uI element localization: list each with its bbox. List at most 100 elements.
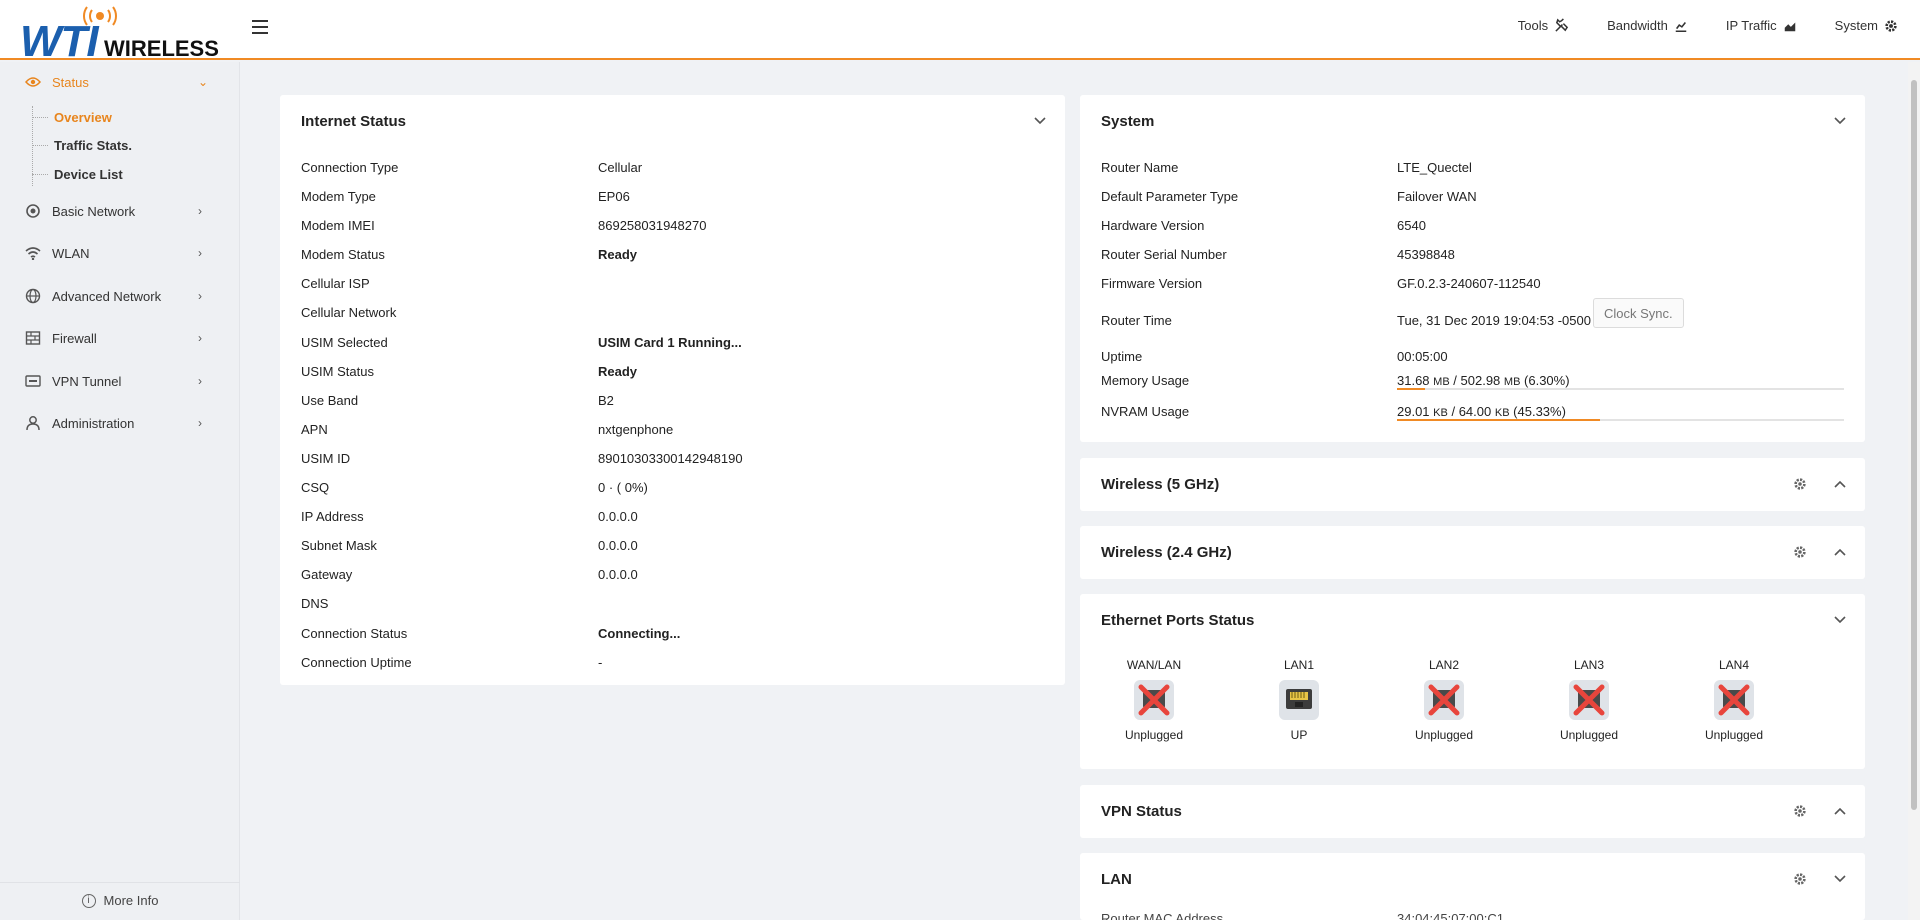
top-header: WTI WIRELESS Tools Bandwidth IP Traffic … — [0, 0, 1920, 64]
port-status: Unplugged — [1124, 728, 1184, 742]
internet-status-label: Subnet Mask — [301, 538, 377, 553]
expand-button[interactable] — [1832, 476, 1848, 492]
collapse-button[interactable] — [1832, 612, 1848, 628]
sidebar-item-firewall[interactable]: Firewall › — [0, 323, 240, 353]
wti-wireless-logo[interactable]: WTI WIRELESS — [20, 4, 230, 64]
internet-status-label: Gateway — [301, 567, 353, 582]
memory-usage-bar — [1397, 388, 1844, 390]
more-info-link[interactable]: i More Info — [0, 882, 240, 918]
internet-status-label: USIM Status — [301, 364, 374, 379]
nvram-usage-bar — [1397, 419, 1844, 421]
ethernet-port: LAN4 Unplugged — [1679, 658, 1789, 742]
sidebar-item-status[interactable]: Status ⌄ — [0, 67, 240, 97]
nav-bandwidth[interactable]: Bandwidth — [1607, 18, 1688, 33]
panel-title: LAN — [1101, 871, 1132, 888]
port-status: Unplugged — [1704, 728, 1764, 742]
nav-tools[interactable]: Tools — [1518, 18, 1569, 33]
sidebar-item-advanced-network[interactable]: Advanced Network › — [0, 281, 240, 311]
system-label: Default Parameter Type — [1101, 189, 1239, 204]
chevron-right-icon: › — [198, 331, 202, 345]
settings-button[interactable] — [1792, 871, 1808, 887]
sidebar-item-basic-network[interactable]: Basic Network › — [0, 196, 240, 226]
port-name: LAN3 — [1573, 658, 1605, 672]
vpn-icon — [24, 372, 42, 390]
wireless-24ghz-panel: Wireless (2.4 GHz) — [1080, 526, 1865, 579]
chevron-right-icon: › — [198, 289, 202, 303]
memory-usage-label: Memory Usage — [1101, 373, 1190, 388]
system-label: Router Time — [1101, 313, 1172, 328]
system-value: Failover WAN — [1397, 189, 1477, 204]
nav-ip-traffic[interactable]: IP Traffic — [1726, 18, 1797, 33]
scrollbar-thumb[interactable] — [1911, 80, 1917, 810]
wifi-icon — [24, 244, 42, 262]
panel-title: Wireless (5 GHz) — [1101, 476, 1220, 493]
chevron-right-icon: › — [198, 416, 202, 430]
internet-status-label: CSQ — [301, 480, 330, 495]
port-status: UP — [1290, 728, 1308, 742]
wireless-5ghz-panel: Wireless (5 GHz) — [1080, 458, 1865, 511]
internet-status-label: Modem Status — [301, 247, 385, 262]
gear-icon — [1794, 478, 1806, 490]
chevron-down-icon — [1034, 117, 1046, 125]
sidebar-sub-traffic-stats[interactable]: Traffic Stats. — [32, 135, 132, 155]
nav-system[interactable]: System — [1835, 18, 1898, 33]
sidebar-sub-overview[interactable]: Overview — [32, 107, 112, 127]
internet-status-value: B2 — [598, 393, 614, 408]
chevron-down-icon: ⌄ — [198, 75, 209, 89]
chevron-right-icon: › — [198, 246, 202, 260]
gear-icon — [1794, 873, 1806, 885]
ethernet-port: LAN2 Unplugged — [1389, 658, 1499, 742]
panel-title: Ethernet Ports Status — [1101, 612, 1255, 629]
system-panel: System Router Name LTE_Quectel Default Par… — [1080, 95, 1865, 442]
ethernet-port-unplugged-icon — [1714, 680, 1754, 720]
settings-button[interactable] — [1792, 544, 1808, 560]
system-value: 00:05:00 — [1397, 349, 1448, 364]
hamburger-icon — [252, 20, 268, 22]
sidebar-sub-device-list[interactable]: Device List — [32, 164, 123, 184]
system-value: LTE_Quectel — [1397, 160, 1472, 175]
ethernet-port-up-icon — [1279, 680, 1319, 720]
gear-icon — [1794, 546, 1806, 558]
lan-mac-value: 34:04:45:07:00:C1 — [1397, 911, 1504, 920]
nvram-usage-fill — [1397, 419, 1600, 421]
info-icon: i — [81, 893, 96, 908]
system-label: Uptime — [1101, 349, 1143, 364]
lan-mac-label: Router MAC Address — [1101, 911, 1224, 920]
internet-status-value: Ready — [598, 364, 638, 379]
admin-icon — [24, 414, 42, 432]
internet-status-value: USIM Card 1 Running... — [598, 335, 742, 350]
system-value: 45398848 — [1397, 247, 1455, 262]
tools-icon — [1555, 18, 1569, 32]
expand-button[interactable] — [1832, 544, 1848, 560]
internet-status-value: 869258031948270 — [598, 218, 707, 233]
sidebar-item-administration[interactable]: Administration › — [0, 408, 240, 438]
eye-icon — [24, 73, 42, 91]
internet-status-value: 0 · ( 0%) — [598, 480, 648, 495]
page-scrollbar[interactable] — [1908, 62, 1920, 920]
internet-status-label: USIM ID — [301, 451, 351, 466]
chevron-right-icon: › — [198, 204, 202, 218]
settings-button[interactable] — [1792, 803, 1808, 819]
logo-wti: WTI — [20, 17, 99, 66]
logo-wireless: WIRELESS — [104, 36, 219, 61]
settings-button[interactable] — [1792, 476, 1808, 492]
internet-status-value: 0.0.0.0 — [598, 538, 638, 553]
menu-toggle-button[interactable] — [252, 20, 268, 36]
clock-sync-button[interactable]: Clock Sync. — [1593, 298, 1684, 328]
panel-title: Internet Status — [301, 113, 407, 130]
nvram-usage-value: 29.01 KB / 64.00 KB (45.33%) — [1397, 404, 1566, 419]
sidebar-item-wlan[interactable]: WLAN › — [0, 238, 240, 268]
globe-icon — [24, 287, 42, 305]
internet-status-panel: Internet Status Connection Type Cellular M… — [280, 95, 1065, 685]
internet-status-value: 0.0.0.0 — [598, 509, 638, 524]
chevron-down-icon — [1834, 875, 1846, 883]
collapse-button[interactable] — [1832, 871, 1848, 887]
sidebar-item-vpn-tunnel[interactable]: VPN Tunnel › — [0, 366, 240, 396]
port-status: Unplugged — [1414, 728, 1474, 742]
collapse-button[interactable] — [1032, 113, 1048, 129]
memory-usage-fill — [1397, 388, 1426, 390]
internet-status-value: nxtgenphone — [598, 422, 674, 437]
collapse-button[interactable] — [1832, 113, 1848, 129]
expand-button[interactable] — [1832, 803, 1848, 819]
internet-status-label: APN — [301, 422, 328, 437]
